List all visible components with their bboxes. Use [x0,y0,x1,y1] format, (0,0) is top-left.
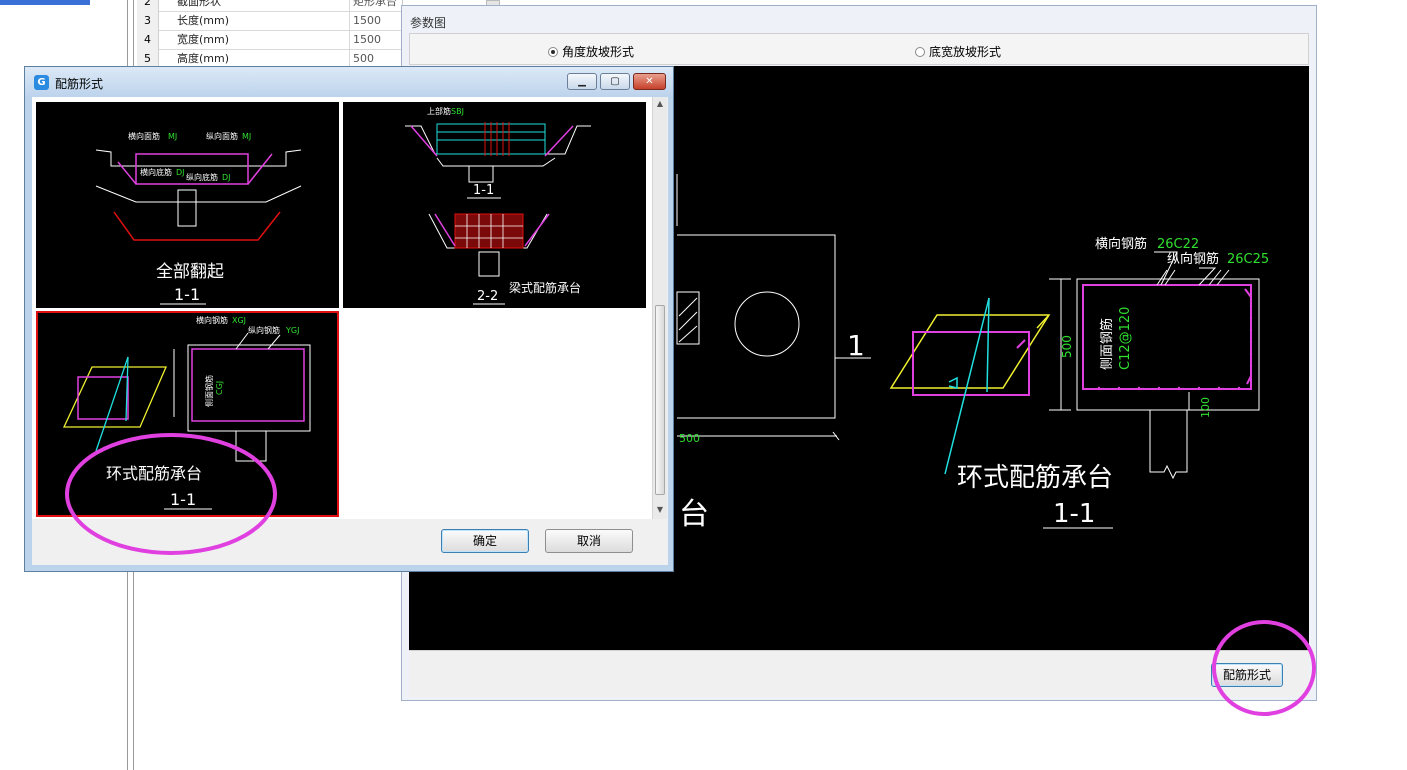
highlight-circle [65,433,277,555]
annotation-overlay [65,433,1316,716]
highlight-circle [1212,620,1316,716]
